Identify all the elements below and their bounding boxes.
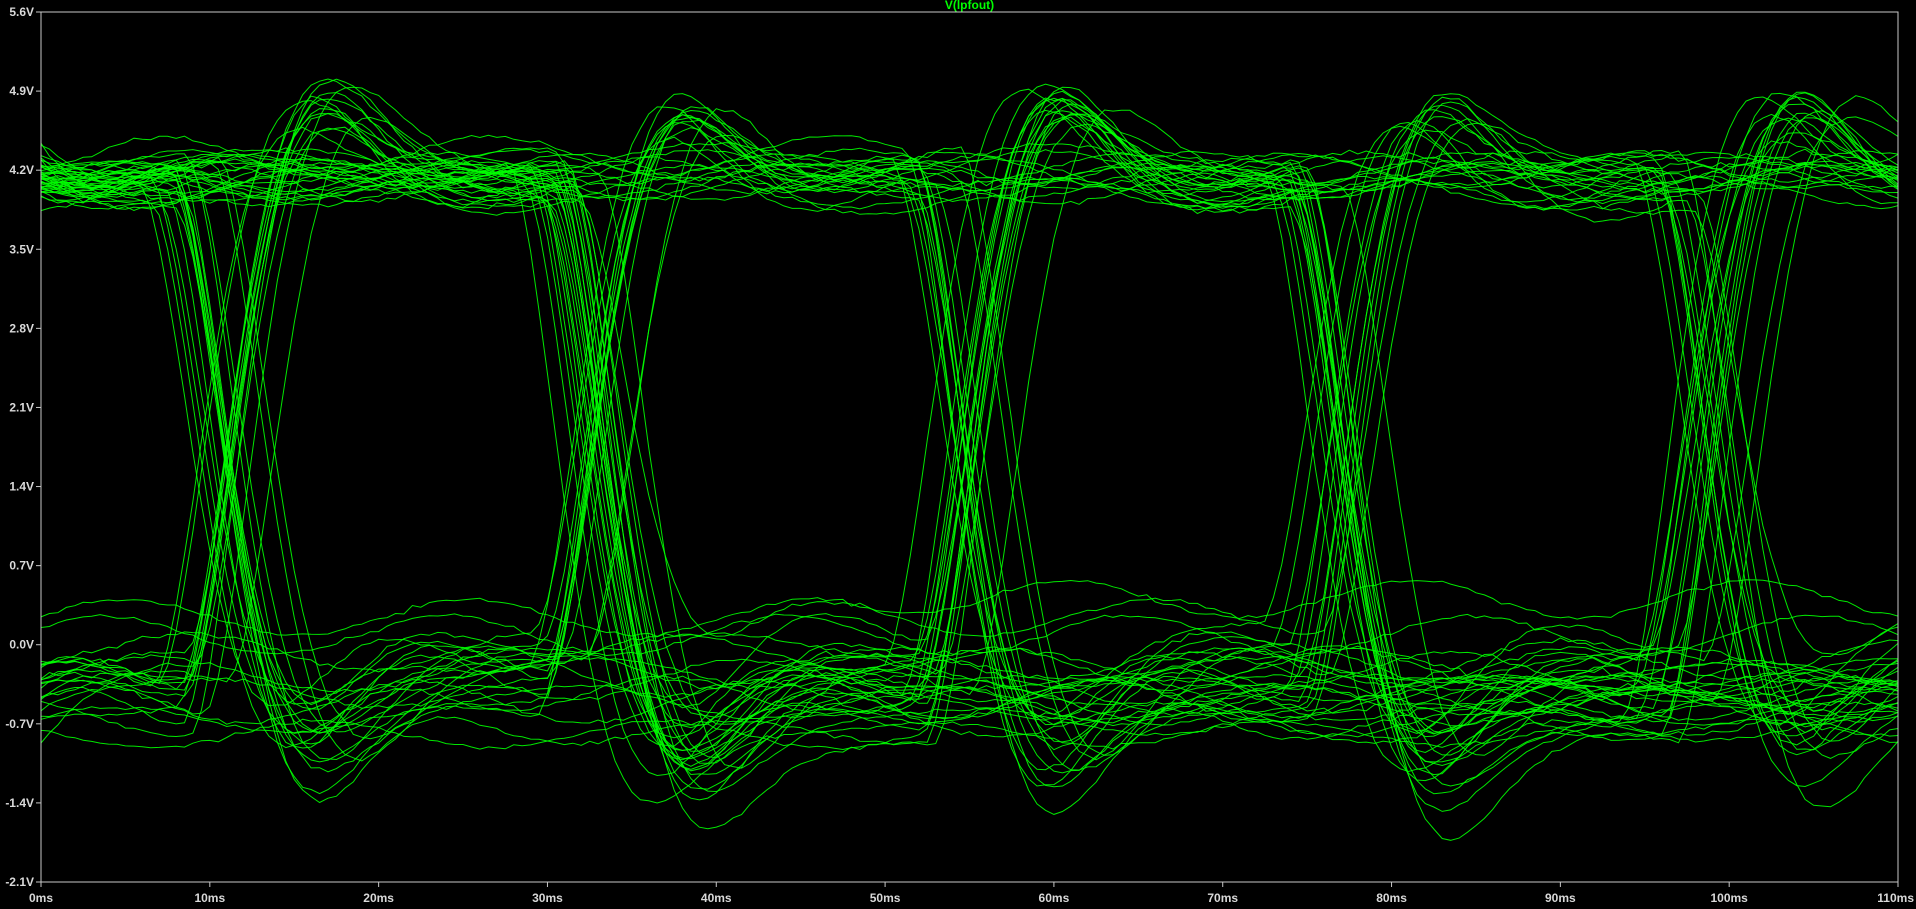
- x-tick-label: 60ms: [1039, 891, 1070, 905]
- y-tick-label: 3.5V: [9, 242, 34, 256]
- y-tick-label: 4.2V: [9, 163, 34, 177]
- y-tick-label: 1.4V: [9, 480, 34, 494]
- chart-canvas: V(lpfout) -2.1V -1.4V -0.7V 0.0V 0.7V 1.4V 2.1…: [0, 0, 1916, 909]
- eye-diagram-plot: V(lpfout) -2.1V -1.4V -0.7V 0.0V 0.7V 1.4V 2.1…: [0, 0, 1916, 909]
- x-tick-label: 40ms: [701, 891, 732, 905]
- x-tick-label: 20ms: [363, 891, 394, 905]
- x-tick-label: 90ms: [1545, 891, 1576, 905]
- chart-title: V(lpfout): [945, 0, 994, 12]
- x-tick-label: 70ms: [1207, 891, 1238, 905]
- y-tick-label: -0.7V: [5, 717, 34, 731]
- x-tick-label: 50ms: [870, 891, 901, 905]
- chart-background: [0, 0, 1916, 909]
- y-tick-label: 4.9V: [9, 84, 34, 98]
- y-tick-label: 0.0V: [9, 638, 34, 652]
- x-tick-label: 80ms: [1376, 891, 1407, 905]
- y-tick-label: 0.7V: [9, 559, 34, 573]
- y-tick-label: 2.1V: [9, 400, 34, 414]
- y-tick-label: 2.8V: [9, 321, 34, 335]
- x-tick-label: 0ms: [29, 891, 53, 905]
- x-tick-label: 110ms: [1877, 891, 1914, 905]
- y-tick-label: -1.4V: [5, 796, 34, 810]
- y-tick-label: 5.6V: [9, 5, 34, 19]
- y-tick-label: -2.1V: [5, 875, 34, 889]
- x-tick-label: 10ms: [194, 891, 225, 905]
- x-tick-label: 100ms: [1710, 891, 1748, 905]
- x-tick-label: 30ms: [532, 891, 563, 905]
